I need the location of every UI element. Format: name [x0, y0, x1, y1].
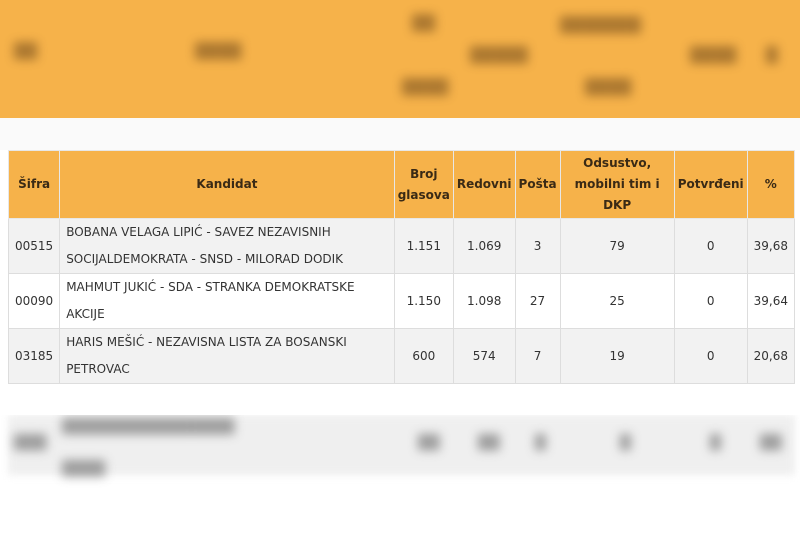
results-table: Šifra Kandidat Broj glasova Redovni Pošt…	[7, 150, 796, 384]
col-header-redovni[interactable]: Redovni	[452, 150, 516, 219]
cell-redovni: 1.098	[452, 273, 516, 329]
cell-sifra: 00515	[7, 218, 61, 274]
cell-procenat: 39,64	[746, 273, 796, 329]
cell-posta: 3	[514, 218, 561, 274]
table-row: 00090 MAHMUT JUKIĆ - SDA - STRANKA DEMOK…	[7, 273, 796, 329]
cell-odsustvo: 25	[559, 273, 675, 329]
cell-broj-glasova: 1.151	[393, 218, 454, 274]
table-row: 03185 HARIS MEŠIĆ - NEZAVISNA LISTA ZA B…	[7, 328, 796, 384]
cell-odsustvo: 19	[559, 328, 675, 384]
cell-posta: 7	[514, 328, 561, 384]
cell-potvrdeni: 0	[673, 273, 748, 329]
cell-kandidat: MAHMUT JUKIĆ - SDA - STRANKA DEMOKRATSKE…	[59, 273, 395, 329]
blurred-footer-region: ███ ████████████████ ████ ██ ██ █ █ █ ██	[0, 415, 800, 533]
cell-broj-glasova: 600	[393, 328, 454, 384]
cell-posta: 27	[514, 273, 561, 329]
col-header-potvrdeni[interactable]: Potvrđeni	[673, 150, 748, 219]
table-header-row: Šifra Kandidat Broj glasova Redovni Pošt…	[7, 150, 796, 219]
col-header-posta[interactable]: Pošta	[514, 150, 561, 219]
cell-odsustvo: 79	[559, 218, 675, 274]
cell-kandidat: BOBANA VELAGA LIPIĆ - SAVEZ NEZAVISNIH S…	[59, 218, 395, 274]
cell-redovni: 1.069	[452, 218, 516, 274]
col-header-procenat[interactable]: %	[746, 150, 796, 219]
cell-broj-glasova: 1.150	[393, 273, 454, 329]
cell-potvrdeni: 0	[673, 328, 748, 384]
blurred-header-region: ██ ████ ██ ████ █████ ███████ ████ ████ …	[0, 0, 800, 118]
cell-redovni: 574	[452, 328, 516, 384]
cell-procenat: 39,68	[746, 218, 796, 274]
col-header-odsustvo[interactable]: Odsustvo, mobilni tim i DKP	[559, 150, 675, 219]
col-header-kandidat[interactable]: Kandidat	[59, 150, 395, 219]
cell-kandidat: HARIS MEŠIĆ - NEZAVISNA LISTA ZA BOSANSK…	[59, 328, 395, 384]
col-header-sifra[interactable]: Šifra	[7, 150, 61, 219]
col-header-broj-glasova[interactable]: Broj glasova	[393, 150, 454, 219]
cell-sifra: 03185	[7, 328, 61, 384]
cell-sifra: 00090	[7, 273, 61, 329]
spacer	[0, 118, 800, 150]
results-page: ██ ████ ██ ████ █████ ███████ ████ ████ …	[0, 0, 800, 533]
cell-procenat: 20,68	[746, 328, 796, 384]
table-row: 00515 BOBANA VELAGA LIPIĆ - SAVEZ NEZAVI…	[7, 218, 796, 274]
cell-potvrdeni: 0	[673, 218, 748, 274]
